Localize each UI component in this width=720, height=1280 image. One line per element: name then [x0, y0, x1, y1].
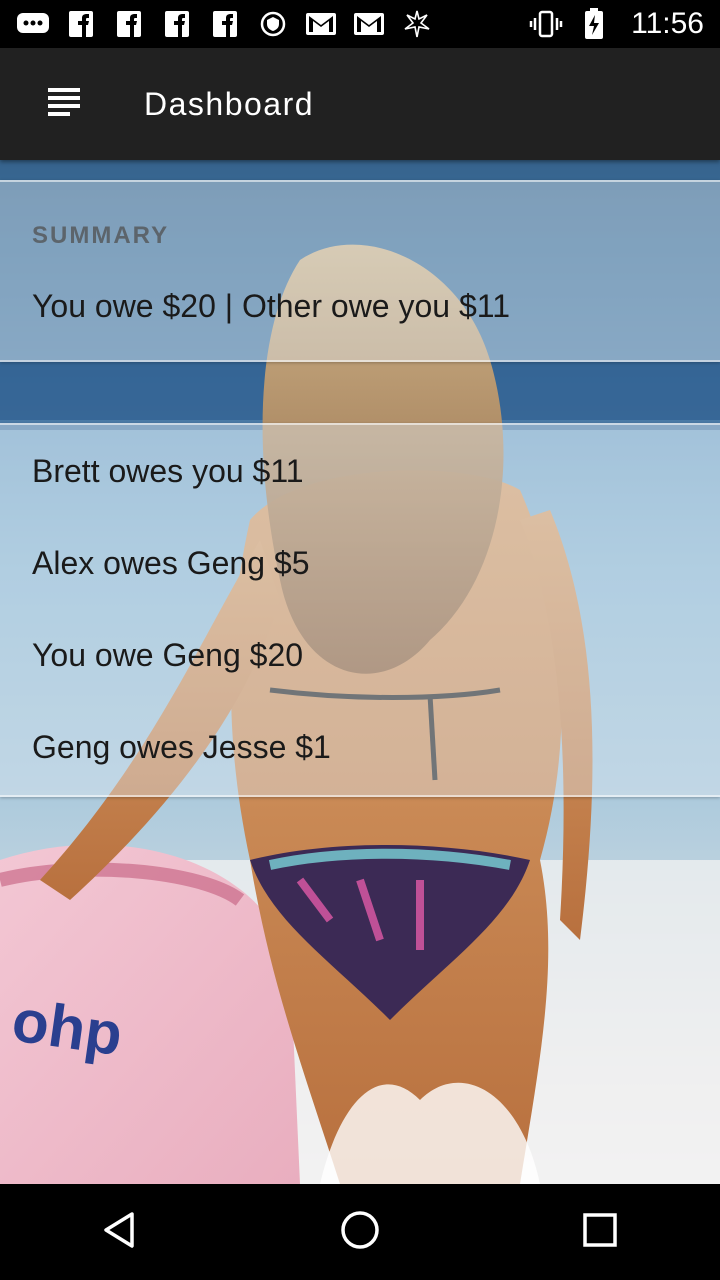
status-bar: 11:56 — [0, 0, 720, 48]
page-title: Dashboard — [144, 85, 315, 122]
home-button[interactable] — [312, 1184, 408, 1280]
menu-button[interactable] — [24, 64, 104, 144]
app-bar: Dashboard — [0, 48, 720, 160]
app-logo-icon — [400, 10, 434, 38]
list-item[interactable]: Brett owes you $11 — [32, 441, 304, 501]
facebook-icon — [208, 10, 242, 38]
navigation-bar — [0, 1184, 720, 1280]
vibrate-icon — [529, 10, 563, 38]
menu-icon — [46, 85, 82, 124]
recents-icon — [581, 1211, 619, 1254]
back-button[interactable] — [72, 1184, 168, 1280]
chat-icon — [16, 10, 50, 38]
home-icon — [339, 1209, 381, 1256]
facebook-icon — [160, 10, 194, 38]
system-status: 11:56 — [529, 7, 704, 41]
back-icon — [100, 1210, 140, 1255]
battery-charging-icon — [577, 8, 611, 39]
gmail-icon — [304, 10, 338, 38]
list-item[interactable]: You owe Geng $20 — [32, 625, 303, 685]
recents-button[interactable] — [552, 1184, 648, 1280]
summary-text: You owe $20 | Other owe you $11 — [32, 288, 510, 324]
facebook-icon — [112, 10, 146, 38]
list-item[interactable]: Alex owes Geng $5 — [32, 533, 310, 593]
summary-header: SUMMARY — [32, 222, 170, 249]
gmail-icon — [352, 10, 386, 38]
debts-list: Brett owes you $11 Alex owes Geng $5 You… — [0, 423, 720, 797]
summary-card: SUMMARY You owe $20 | Other owe you $11 — [0, 180, 720, 362]
vpn-shield-icon — [256, 10, 290, 38]
facebook-icon — [64, 10, 98, 38]
list-item[interactable]: Geng owes Jesse $1 — [32, 717, 331, 777]
status-time: 11:56 — [631, 7, 704, 40]
notification-icons — [16, 10, 434, 38]
